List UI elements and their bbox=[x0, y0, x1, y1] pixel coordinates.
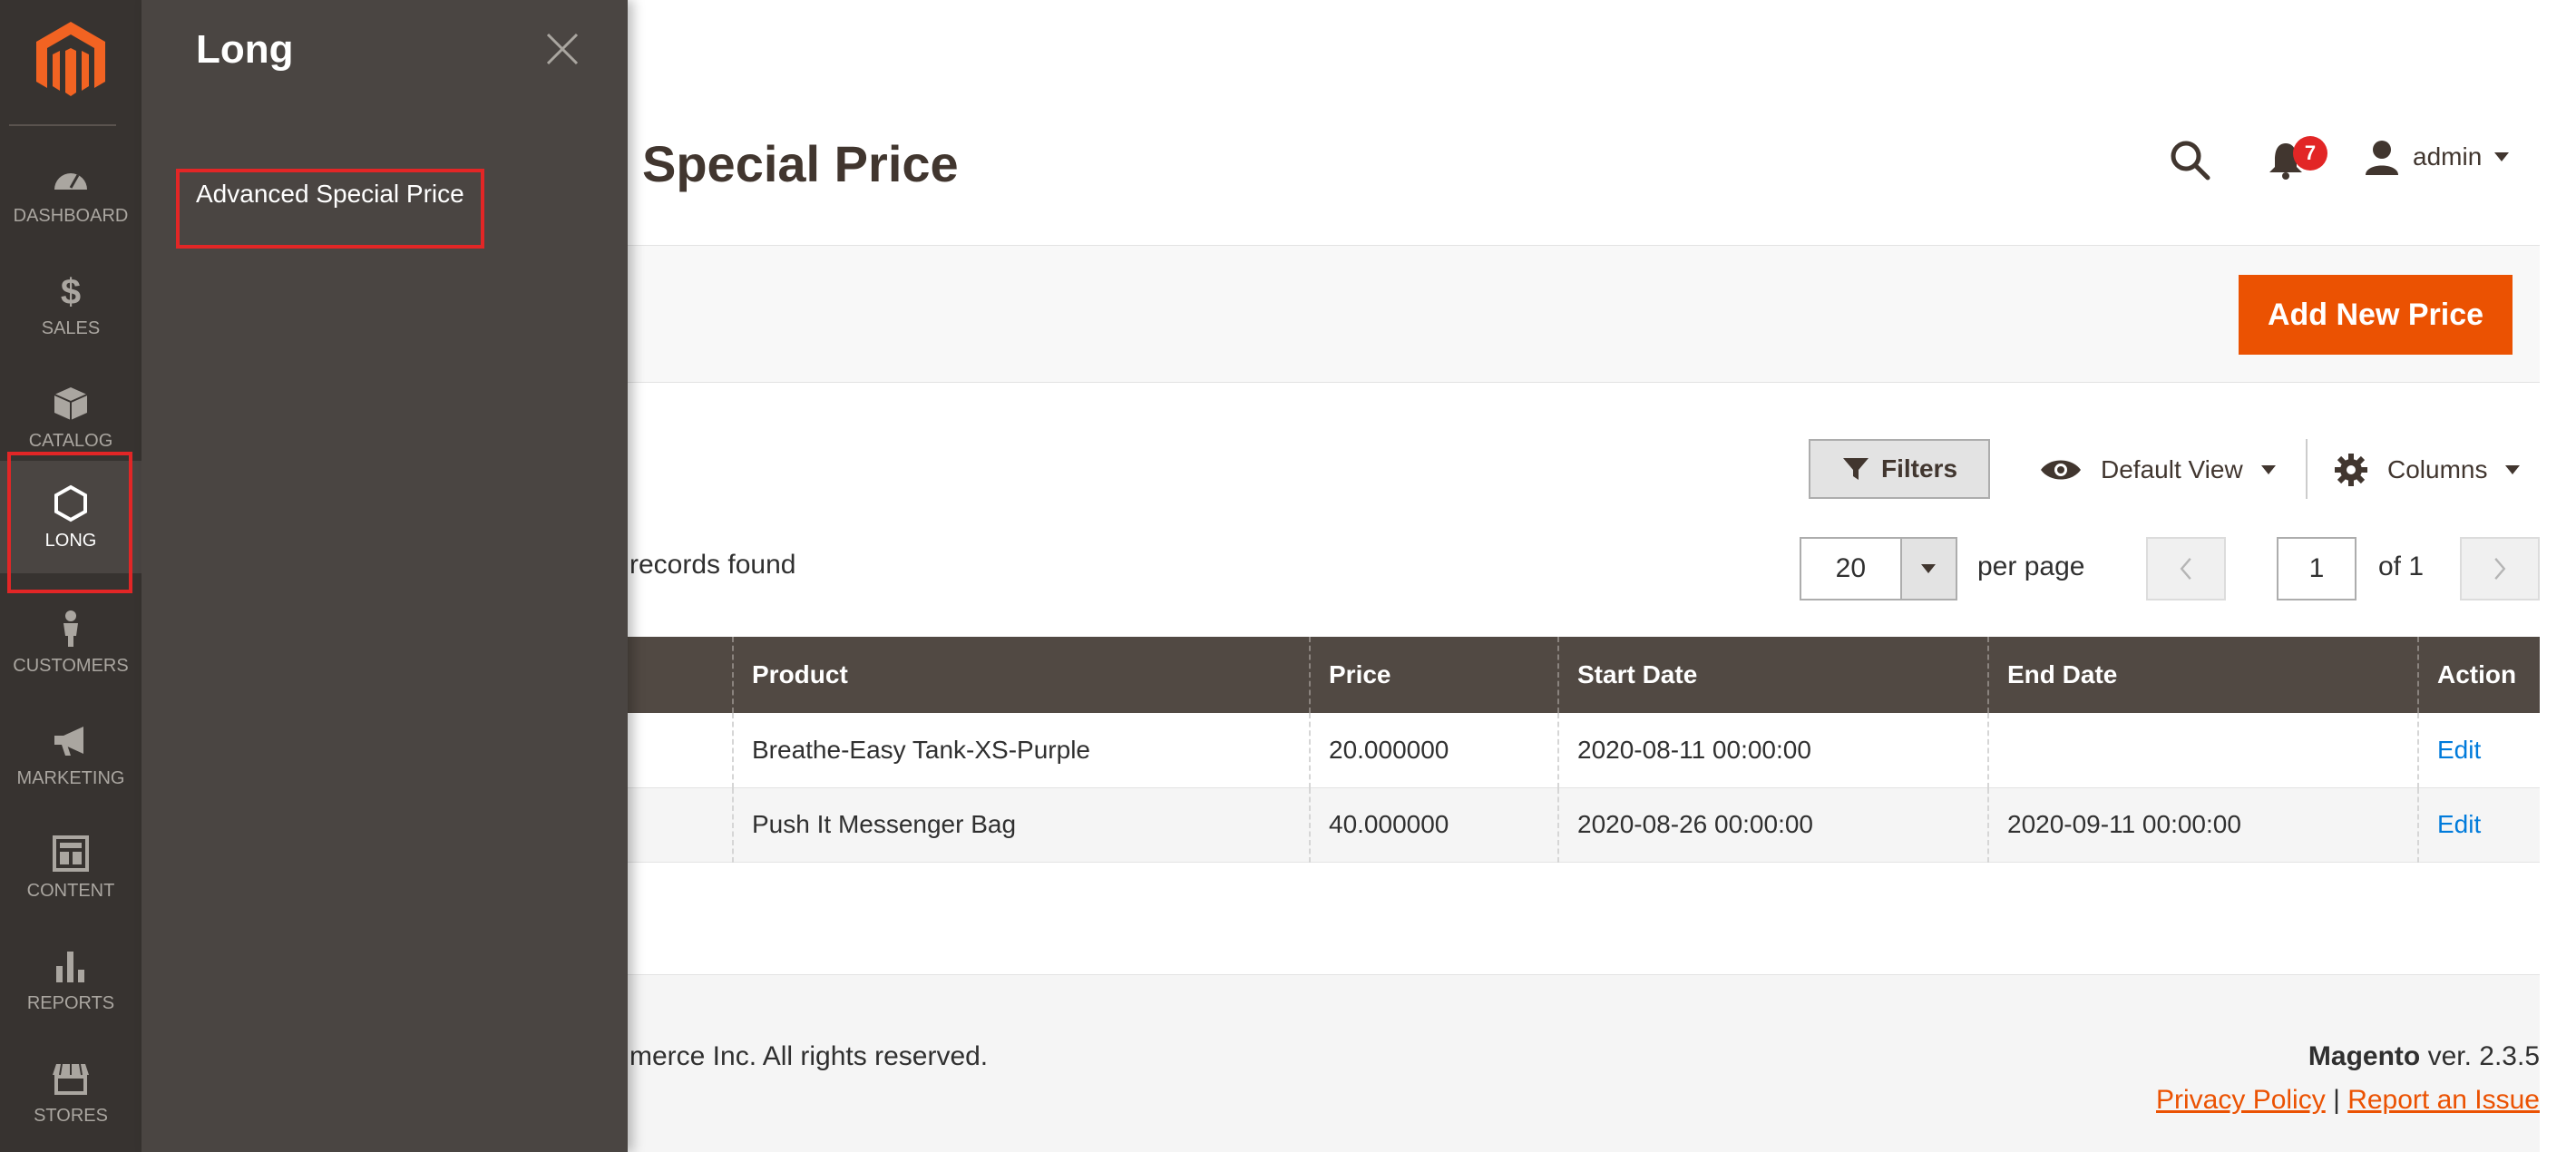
admin-sidebar: DASHBOARD $ SALES CATALOG LONG CUSTOMERS… bbox=[0, 0, 141, 1152]
nav-item-reports[interactable]: REPORTS bbox=[0, 923, 141, 1036]
nav-divider bbox=[9, 124, 116, 126]
columns-control[interactable]: Columns bbox=[2333, 444, 2521, 495]
caret-down-icon bbox=[2494, 152, 2510, 161]
close-icon[interactable] bbox=[541, 27, 584, 71]
user-name: admin bbox=[2413, 142, 2483, 171]
catalog-box-icon bbox=[54, 386, 88, 420]
nav-item-dashboard[interactable]: DASHBOARD bbox=[0, 136, 141, 249]
cell-action: Edit bbox=[2417, 713, 2540, 788]
store-icon bbox=[53, 1063, 89, 1095]
view-label: Default View bbox=[2101, 455, 2243, 483]
chevron-left-icon bbox=[2180, 558, 2191, 580]
page-title: Special Price bbox=[642, 135, 959, 192]
nav-label: REPORTS bbox=[26, 992, 115, 1013]
per-page-value: 20 bbox=[1835, 553, 1867, 583]
layout-icon bbox=[53, 835, 89, 872]
svg-text:$: $ bbox=[61, 272, 81, 311]
caret-down-icon bbox=[2260, 465, 2276, 474]
nav-label: CATALOG bbox=[28, 430, 113, 451]
cell-price: 40.000000 bbox=[1309, 787, 1558, 863]
cell-product: Push It Messenger Bag bbox=[732, 787, 1310, 863]
page-number-input[interactable]: 1 bbox=[2277, 537, 2356, 600]
cell-end-date bbox=[1987, 713, 2418, 788]
submenu-flyout: Long Advanced Special Price bbox=[141, 0, 628, 1152]
nav-item-content[interactable]: CONTENT bbox=[0, 811, 141, 923]
version-text: Magento ver. 2.3.5 bbox=[2308, 1041, 2540, 1072]
view-selector[interactable]: Default View bbox=[2039, 444, 2276, 495]
cell-end-date: 2020-09-11 00:00:00 bbox=[1987, 787, 2418, 863]
records-found: records found bbox=[629, 550, 796, 580]
column-header-price[interactable]: Price bbox=[1309, 637, 1558, 713]
brand-name: Magento bbox=[2308, 1041, 2421, 1071]
gear-icon bbox=[2335, 454, 2367, 486]
dollar-icon: $ bbox=[61, 272, 81, 311]
cell-product: Breathe-Easy Tank-XS-Purple bbox=[732, 713, 1310, 788]
nav-label: DASHBOARD bbox=[13, 205, 129, 226]
column-header-end-date[interactable]: End Date bbox=[1987, 637, 2418, 713]
nav-label: CONTENT bbox=[26, 880, 115, 901]
search-icon[interactable] bbox=[2166, 136, 2213, 183]
filter-icon bbox=[1842, 458, 1869, 480]
user-menu[interactable]: admin bbox=[2364, 136, 2510, 178]
bar-chart-icon bbox=[56, 951, 84, 982]
dashboard-icon bbox=[54, 172, 87, 190]
column-header-start-date[interactable]: Start Date bbox=[1557, 637, 1988, 713]
filters-label: Filters bbox=[1880, 454, 1958, 483]
user-icon bbox=[2366, 141, 2398, 175]
eye-icon bbox=[2041, 460, 2081, 480]
copyright-text: merce Inc. All rights reserved. bbox=[629, 1041, 989, 1071]
cell-action: Edit bbox=[2417, 787, 2540, 863]
previous-page-button[interactable] bbox=[2146, 537, 2226, 600]
footer-links: Privacy Policy | Report an Issue bbox=[2156, 1085, 2540, 1116]
column-header-action: Action bbox=[2417, 637, 2540, 713]
filters-button[interactable]: Filters bbox=[1809, 439, 1990, 499]
cell-start-date: 2020-08-11 00:00:00 bbox=[1557, 713, 1988, 788]
nav-item-stores[interactable]: STORES bbox=[0, 1036, 141, 1148]
caret-down-icon bbox=[2505, 465, 2521, 474]
toolbar-divider bbox=[2306, 439, 2308, 499]
chevron-right-icon bbox=[2494, 558, 2506, 580]
report-issue-link[interactable]: Report an Issue bbox=[2347, 1085, 2540, 1115]
nav-label: MARKETING bbox=[16, 767, 125, 788]
add-new-price-button[interactable]: Add New Price bbox=[2239, 275, 2513, 355]
link-separator: | bbox=[2325, 1085, 2348, 1115]
edit-link[interactable]: Edit bbox=[2437, 810, 2481, 838]
nav-item-marketing[interactable]: MARKETING bbox=[0, 698, 141, 811]
cell-start-date: 2020-08-26 00:00:00 bbox=[1557, 787, 1988, 863]
nav-label: SALES bbox=[41, 317, 101, 338]
caret-down-icon bbox=[1921, 564, 1937, 573]
nav-label: CUSTOMERS bbox=[13, 655, 129, 676]
magento-logo-icon[interactable] bbox=[25, 18, 116, 100]
edit-link[interactable]: Edit bbox=[2437, 736, 2481, 764]
person-icon bbox=[63, 610, 78, 647]
next-page-button[interactable] bbox=[2460, 537, 2540, 600]
flyout-title: Long bbox=[196, 27, 294, 72]
per-page-label: per page bbox=[1977, 552, 2085, 581]
privacy-policy-link[interactable]: Privacy Policy bbox=[2156, 1085, 2326, 1115]
version-number: ver. 2.3.5 bbox=[2420, 1041, 2540, 1071]
columns-label: Columns bbox=[2387, 455, 2488, 483]
per-page-dropdown-button[interactable] bbox=[1899, 539, 1956, 599]
highlight-box-long bbox=[7, 452, 132, 593]
cell-price: 20.000000 bbox=[1309, 713, 1558, 788]
nav-item-customers[interactable]: CUSTOMERS bbox=[0, 586, 141, 698]
per-page-select[interactable]: 20 bbox=[1800, 537, 1957, 600]
column-header-product[interactable]: Product bbox=[732, 637, 1310, 713]
megaphone-icon bbox=[54, 726, 83, 756]
highlight-box-advanced-special-price bbox=[176, 169, 484, 249]
notifications-badge[interactable]: 7 bbox=[2293, 136, 2327, 171]
nav-item-sales[interactable]: $ SALES bbox=[0, 249, 141, 361]
nav-label: STORES bbox=[34, 1105, 108, 1126]
page-total: of 1 bbox=[2378, 552, 2425, 581]
